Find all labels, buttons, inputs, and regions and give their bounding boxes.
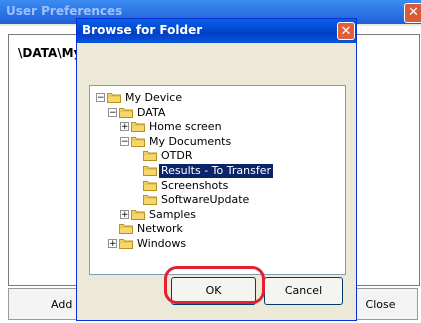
tree-item-label: OTDR (161, 149, 193, 163)
tree-item-label: DATA (137, 105, 166, 119)
collapse-icon[interactable]: − (108, 107, 117, 117)
cancel-button[interactable]: Cancel (264, 277, 343, 305)
folder-icon (143, 194, 157, 206)
folder-icon (131, 136, 145, 147)
background-close-button[interactable]: ✕ (404, 3, 421, 23)
tree-item-label: Windows (137, 237, 187, 250)
dialog-title: Browse for Folder (82, 23, 203, 37)
folder-icon (131, 121, 145, 133)
folder-icon (143, 165, 157, 176)
tree-item-label: My Documents (149, 134, 232, 148)
expand-icon[interactable]: + (120, 209, 129, 219)
folder-icon (143, 180, 157, 191)
folder-icon (131, 209, 145, 220)
tree-item-label: Results - To Transfer (158, 163, 274, 179)
tree-item-label: Samples (149, 207, 196, 221)
dialog-titlebar: Browse for Folder ✕ (77, 19, 356, 43)
background-path-text: \DATA\My (18, 46, 82, 60)
collapse-icon[interactable]: − (120, 136, 129, 146)
tree-item-label: SoftwareUpdate (161, 193, 250, 207)
folder-icon (107, 92, 121, 103)
collapse-icon[interactable]: − (96, 93, 105, 103)
background-window-title: User Preferences (6, 4, 123, 18)
folder-icon (119, 223, 133, 235)
expand-icon[interactable]: + (108, 239, 117, 249)
ok-highlight-annotation (164, 266, 265, 304)
folder-tree[interactable]: − My Device − DATA + Home screen − My Documents… (89, 85, 346, 275)
folder-icon (119, 238, 133, 249)
folder-icon (119, 107, 133, 118)
tree-item-label: My Device (125, 91, 183, 104)
expand-icon[interactable]: + (120, 122, 129, 132)
tree-item-label: Screenshots (161, 178, 229, 192)
tree-item-label: Home screen (149, 120, 222, 134)
tree-item-label: Network (137, 222, 183, 236)
dialog-close-button[interactable]: ✕ (337, 22, 355, 40)
folder-icon (143, 150, 157, 162)
